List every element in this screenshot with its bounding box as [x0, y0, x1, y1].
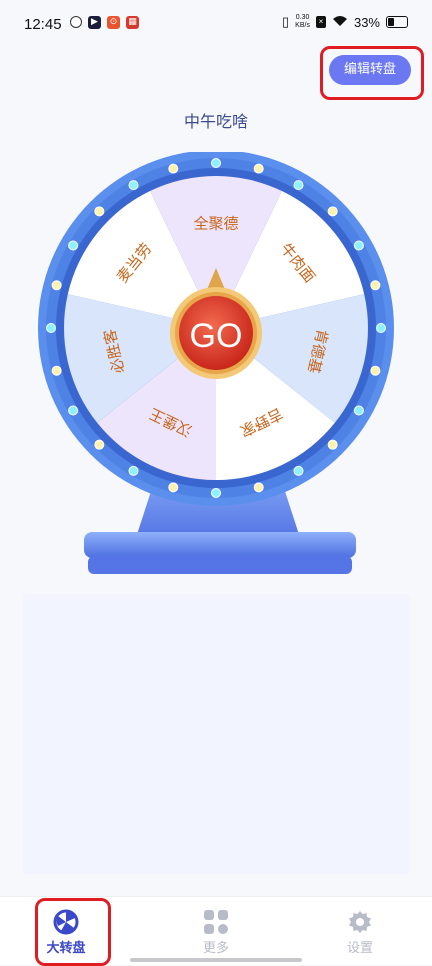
tab-settings[interactable]: 设置: [310, 897, 410, 957]
wheel-light: [293, 465, 304, 476]
status-time: 12:45: [24, 16, 62, 33]
wheel-light: [293, 180, 304, 191]
grid-icon: [203, 909, 229, 935]
gear-icon: [347, 909, 373, 935]
wheel-light: [46, 323, 56, 333]
shop-app-icon: ⊙: [107, 16, 120, 29]
tab-wheel-label: 大转盘: [46, 941, 86, 956]
tab-wheel[interactable]: 大转盘: [16, 897, 116, 957]
system-icons: ▯ 0.30 KB/s × 33%: [282, 14, 408, 30]
wheel-light: [94, 439, 105, 450]
wheel-light: [51, 280, 62, 291]
wheel-light: [370, 280, 381, 291]
wheel-base: [84, 532, 356, 558]
wheel-light: [370, 365, 381, 376]
wheel-light: [51, 365, 62, 376]
wheel-light: [253, 163, 264, 174]
tab-more[interactable]: 更多: [166, 897, 266, 957]
battery-icon: [386, 16, 408, 28]
wheel-light: [253, 482, 264, 493]
wheel-light: [211, 158, 221, 168]
wheel-light: [94, 206, 105, 217]
result-panel: [23, 594, 410, 874]
wheel-light: [128, 465, 139, 476]
status-bar: 12:45 ▶ ⊙ ▦ ▯ 0.30 KB/s × 33%: [0, 0, 432, 50]
video-app-icon: ▶: [88, 16, 101, 29]
wifi-icon: [332, 15, 348, 30]
go-label[interactable]: GO: [190, 317, 243, 355]
no-sim-icon: ×: [315, 16, 326, 28]
notification-icons: ▶ ⊙ ▦: [70, 16, 139, 29]
link-app-icon: [70, 16, 82, 28]
wheel-light: [168, 163, 179, 174]
wheel-light: [68, 405, 79, 416]
wheel-light: [68, 240, 79, 251]
wheel-light: [353, 240, 364, 251]
vibrate-icon: ▯: [282, 14, 290, 29]
wheel-light: [376, 323, 386, 333]
prize-wheel[interactable]: 全聚德牛肉面肯德基吉野家汉堡王必胜客麦当劳 GO: [36, 150, 396, 582]
home-indicator: [130, 958, 302, 962]
bottom-nav: 大转盘 更多 设置: [0, 896, 432, 965]
news-app-icon: ▦: [126, 16, 139, 29]
tab-more-label: 更多: [202, 941, 229, 956]
wheel-tab-icon: [53, 909, 79, 935]
tab-settings-label: 设置: [346, 941, 373, 956]
wheel-light: [211, 488, 221, 498]
edit-wheel-button[interactable]: 编辑转盘: [329, 55, 411, 85]
wheel-light: [353, 405, 364, 416]
wheel-light: [128, 180, 139, 191]
wheel-title: 中午吃啥: [183, 112, 248, 131]
wheel-segment-label: 全聚德: [193, 215, 238, 233]
wheel-light: [327, 206, 338, 217]
wheel-light: [168, 482, 179, 493]
wheel-area[interactable]: 全聚德 牛肉面 肯德基 吉野家 汉堡王 必胜客 麦当劳 GO: [36, 150, 396, 582]
network-speed: 0.30 KB/s: [295, 14, 310, 29]
wheel-light: [327, 439, 338, 450]
battery-percent: 33%: [353, 14, 380, 30]
